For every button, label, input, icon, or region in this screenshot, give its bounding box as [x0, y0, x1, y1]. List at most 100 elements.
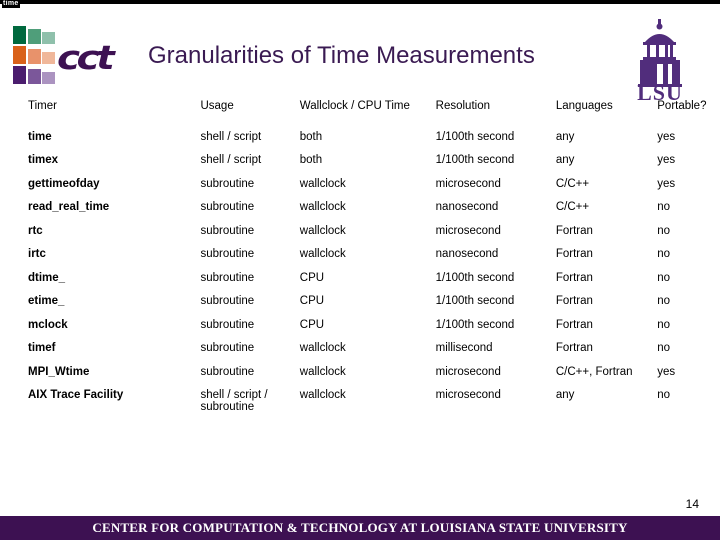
cell-portable: yes — [657, 177, 676, 190]
column-header-portable: Portable? — [657, 100, 707, 112]
table-row: MPI_Wtime subroutine wallclock microsecond C… — [28, 366, 720, 390]
cell-resolution: 1/100th second — [435, 154, 515, 166]
page-number: 14 — [685, 497, 699, 511]
column-header-resolution: Resolution — [435, 100, 490, 112]
cct-logo-grid — [13, 26, 59, 84]
cell-resolution: nanosecond — [435, 201, 499, 213]
column-header-timer: Timer — [28, 100, 57, 112]
cell-usage: shell / script / subroutine — [200, 389, 268, 413]
cell-usage: subroutine — [200, 248, 255, 260]
cell-clock-type: CPU — [299, 271, 325, 284]
cct-logo-cell — [13, 66, 26, 84]
cct-logo-cell — [42, 52, 55, 64]
table-row: gettimeofday subroutine wallclock microseco… — [28, 178, 720, 202]
cell-portable: no — [657, 271, 671, 284]
cct-logo-cell — [13, 46, 26, 64]
cell-clock-type: both — [299, 130, 323, 143]
table-row: etime_ subroutine CPU 1/100th second Fortran… — [28, 295, 720, 319]
cell-usage: shell / script — [200, 130, 262, 143]
cell-timer-name: dtime_ — [28, 271, 66, 284]
page-title: Granularities of Time Measurements — [148, 42, 535, 69]
cell-timer-name: irtc — [28, 248, 46, 260]
cell-languages: C/C++ — [555, 201, 590, 213]
cct-wordmark: cct — [57, 38, 115, 77]
timers-table: Timer Usage Wallclock / CPU Time Resolut… — [28, 100, 720, 425]
cell-resolution: nanosecond — [435, 248, 499, 260]
cell-resolution: 1/100th second — [435, 130, 515, 143]
cell-portable: no — [657, 224, 671, 237]
cell-portable: no — [657, 342, 671, 354]
cell-resolution: 1/100th second — [435, 318, 515, 331]
table-row: read_real_time subroutine wallclock nanosec… — [28, 201, 720, 225]
column-header-languages: Languages — [555, 100, 613, 112]
cell-languages: C/C++, Fortran — [555, 365, 633, 378]
cell-portable: no — [657, 389, 671, 401]
timers-table-container: Timer Usage Wallclock / CPU Time Resolut… — [0, 100, 720, 425]
cell-portable: no — [657, 201, 671, 213]
cell-portable: yes — [657, 365, 676, 378]
cell-clock-type: wallclock — [299, 248, 346, 260]
cell-languages: Fortran — [555, 224, 593, 237]
table-row: mclock subroutine CPU 1/100th second Fortran… — [28, 319, 720, 343]
table-row: time shell / script both 1/100th second any y… — [28, 131, 720, 155]
cell-resolution: microsecond — [435, 177, 501, 190]
table-row: timex shell / script both 1/100th second any… — [28, 154, 720, 178]
table-row: AIX Trace Facility shell / script / subro… — [28, 389, 720, 425]
cell-portable: no — [657, 295, 671, 307]
cell-usage: subroutine — [200, 201, 255, 213]
cell-usage: subroutine — [200, 365, 255, 378]
column-header-clock: Wallclock / CPU Time — [299, 100, 410, 112]
cell-clock-type: CPU — [299, 318, 325, 331]
cct-logo-cell — [42, 72, 55, 84]
top-black-bar — [0, 0, 720, 4]
cell-portable: yes — [657, 154, 676, 166]
table-body: time shell / script both 1/100th second any y… — [28, 131, 720, 425]
cell-usage: subroutine — [200, 224, 255, 237]
column-header-usage: Usage — [200, 100, 234, 112]
table-row: rtc subroutine wallclock microsecond Fortran… — [28, 225, 720, 249]
cell-usage: subroutine — [200, 295, 255, 307]
cell-clock-type: both — [299, 154, 323, 166]
cell-clock-type: wallclock — [299, 365, 346, 378]
table-header-row: Timer Usage Wallclock / CPU Time Resolut… — [28, 100, 720, 131]
footer-bar: Center for Computation & Technology at L… — [0, 516, 720, 540]
cell-resolution: microsecond — [435, 365, 501, 378]
cell-timer-name: read_real_time — [28, 201, 110, 213]
slide-tag-label: time — [2, 0, 20, 8]
cell-portable: yes — [657, 130, 676, 143]
cell-timer-name: time — [28, 130, 52, 143]
cell-languages: Fortran — [555, 271, 593, 284]
cell-timer-name: gettimeofday — [28, 177, 100, 190]
cell-usage: subroutine — [200, 177, 255, 190]
table-row: dtime_ subroutine CPU 1/100th second Fortran… — [28, 272, 720, 296]
cell-resolution: millisecond — [435, 342, 493, 354]
cell-clock-type: wallclock — [299, 224, 346, 237]
cct-logo: cct — [13, 26, 141, 86]
cct-logo-cell — [28, 29, 41, 44]
cell-timer-name: timef — [28, 342, 56, 354]
table-row: timef subroutine wallclock millisecond Fortr… — [28, 342, 720, 366]
cell-resolution: 1/100th second — [435, 271, 515, 284]
cell-resolution: microsecond — [435, 389, 501, 401]
cell-usage: subroutine — [200, 271, 255, 284]
lsu-logo: LSU — [622, 18, 698, 106]
table-row: irtc subroutine wallclock nanosecond Fortran… — [28, 248, 720, 272]
cct-logo-cell — [28, 49, 41, 64]
cell-clock-type: wallclock — [299, 201, 346, 213]
cell-usage: subroutine — [200, 342, 255, 354]
lsu-campanile-icon — [638, 19, 682, 87]
cell-languages: any — [555, 154, 575, 166]
cell-resolution: microsecond — [435, 224, 501, 237]
cell-languages: any — [555, 130, 575, 143]
cell-languages: Fortran — [555, 295, 593, 307]
cell-timer-name: timex — [28, 154, 59, 166]
cell-timer-name: AIX Trace Facility — [28, 389, 124, 401]
cell-timer-name: etime_ — [28, 295, 65, 307]
cell-languages: any — [555, 389, 575, 401]
cct-logo-cell — [28, 69, 41, 84]
cell-languages: Fortran — [555, 318, 593, 331]
cell-clock-type: wallclock — [299, 389, 346, 401]
cell-portable: no — [657, 318, 671, 331]
cell-usage: subroutine — [200, 318, 255, 331]
cct-logo-cell — [13, 26, 26, 44]
